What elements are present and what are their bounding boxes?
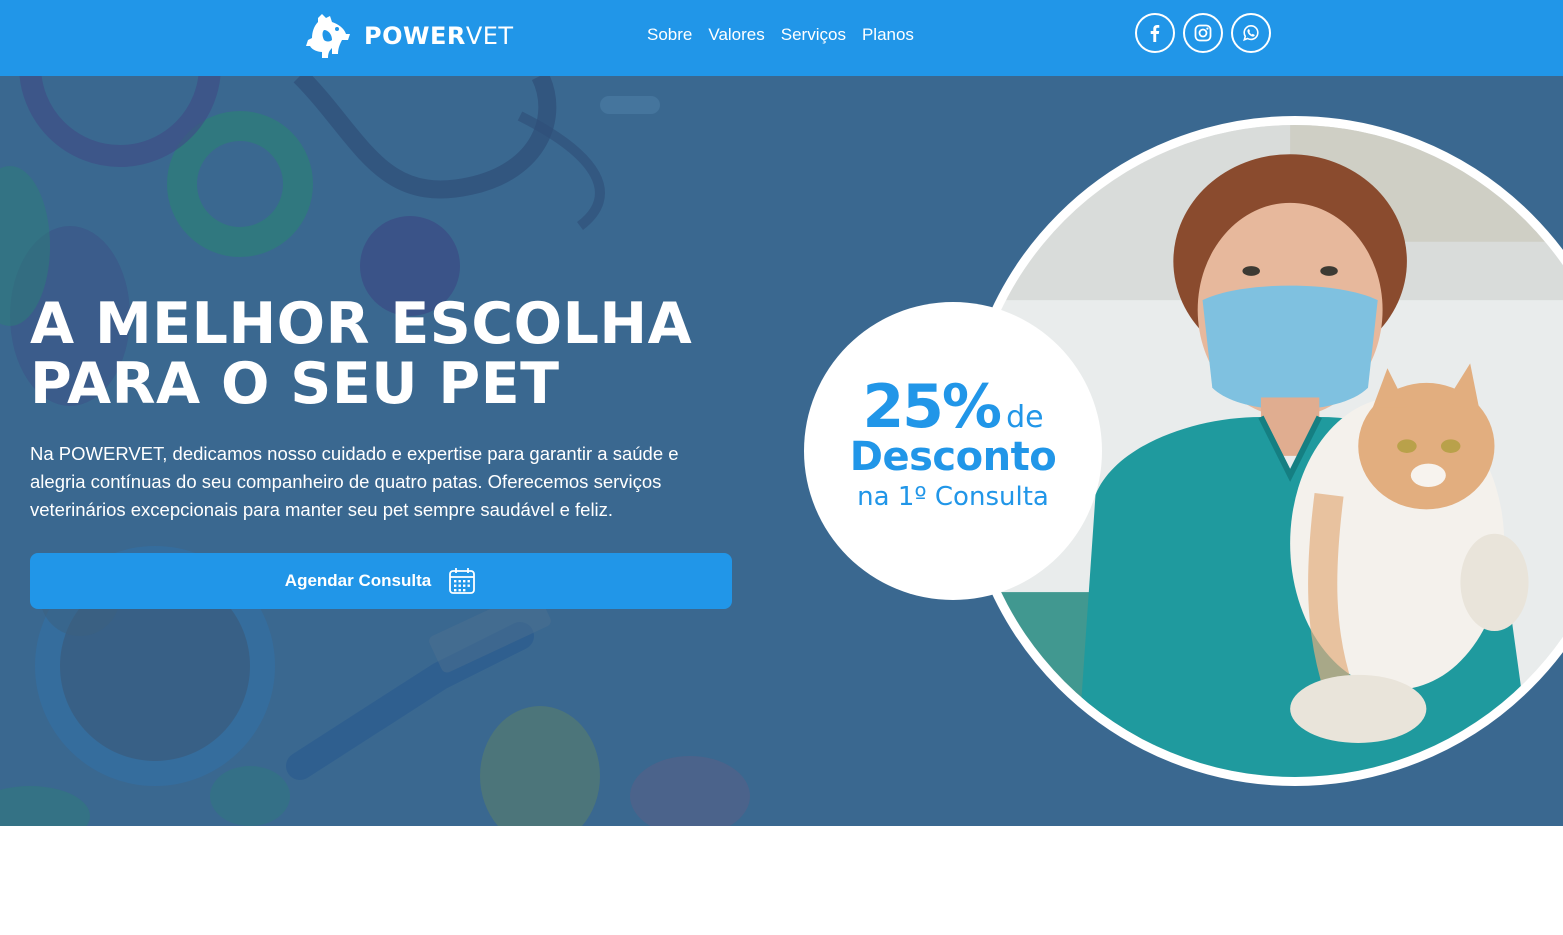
facebook-icon — [1150, 25, 1160, 42]
whatsapp-icon — [1243, 24, 1259, 42]
discount-badge-top: 25% de — [804, 372, 1102, 442]
social-links — [1135, 13, 1271, 53]
hero-title-line-1: A MELHOR ESCOLHA — [30, 291, 693, 357]
hero-description: Na POWERVET, dedicamos nosso cuidado e e… — [30, 443, 679, 520]
calendar-icon — [449, 568, 476, 594]
main-nav: Sobre Valores Serviços Planos — [647, 22, 914, 48]
hero-title-line-2: PARA O SEU PET — [30, 351, 560, 417]
discount-label: Desconto — [849, 434, 1057, 480]
nav-link-sobre[interactable]: Sobre — [647, 22, 692, 48]
site-header: POWERVET Sobre Valores Serviços Planos — [0, 0, 1563, 76]
brand-name-bold: POWER — [364, 22, 466, 50]
hero-section: A MELHOR ESCOLHA PARA O SEU PET Na POWER… — [0, 76, 1563, 826]
dog-cat-silhouette-icon — [306, 14, 350, 58]
instagram-icon — [1194, 24, 1212, 42]
instagram-button[interactable] — [1183, 13, 1223, 53]
whatsapp-button[interactable] — [1231, 13, 1271, 53]
brand-logo[interactable]: POWERVET — [304, 12, 514, 60]
cta-label: Agendar Consulta — [284, 571, 432, 590]
facebook-button[interactable] — [1135, 13, 1175, 53]
discount-de: de — [1006, 400, 1044, 435]
nav-link-servicos[interactable]: Serviços — [781, 22, 846, 48]
discount-first-consultation: na 1º Consulta — [857, 482, 1049, 512]
hero-title: A MELHOR ESCOLHA PARA O SEU PET — [30, 294, 770, 414]
nav-link-valores[interactable]: Valores — [708, 22, 764, 48]
brand-name: POWERVET — [364, 24, 514, 48]
nav-link-planos[interactable]: Planos — [862, 22, 914, 48]
discount-percent: 25% — [862, 372, 1002, 442]
schedule-appointment-button[interactable]: Agendar Consulta — [30, 553, 732, 609]
brand-name-light: VET — [465, 22, 514, 50]
discount-badge: 25% de Desconto na 1º Consulta — [804, 302, 1102, 600]
